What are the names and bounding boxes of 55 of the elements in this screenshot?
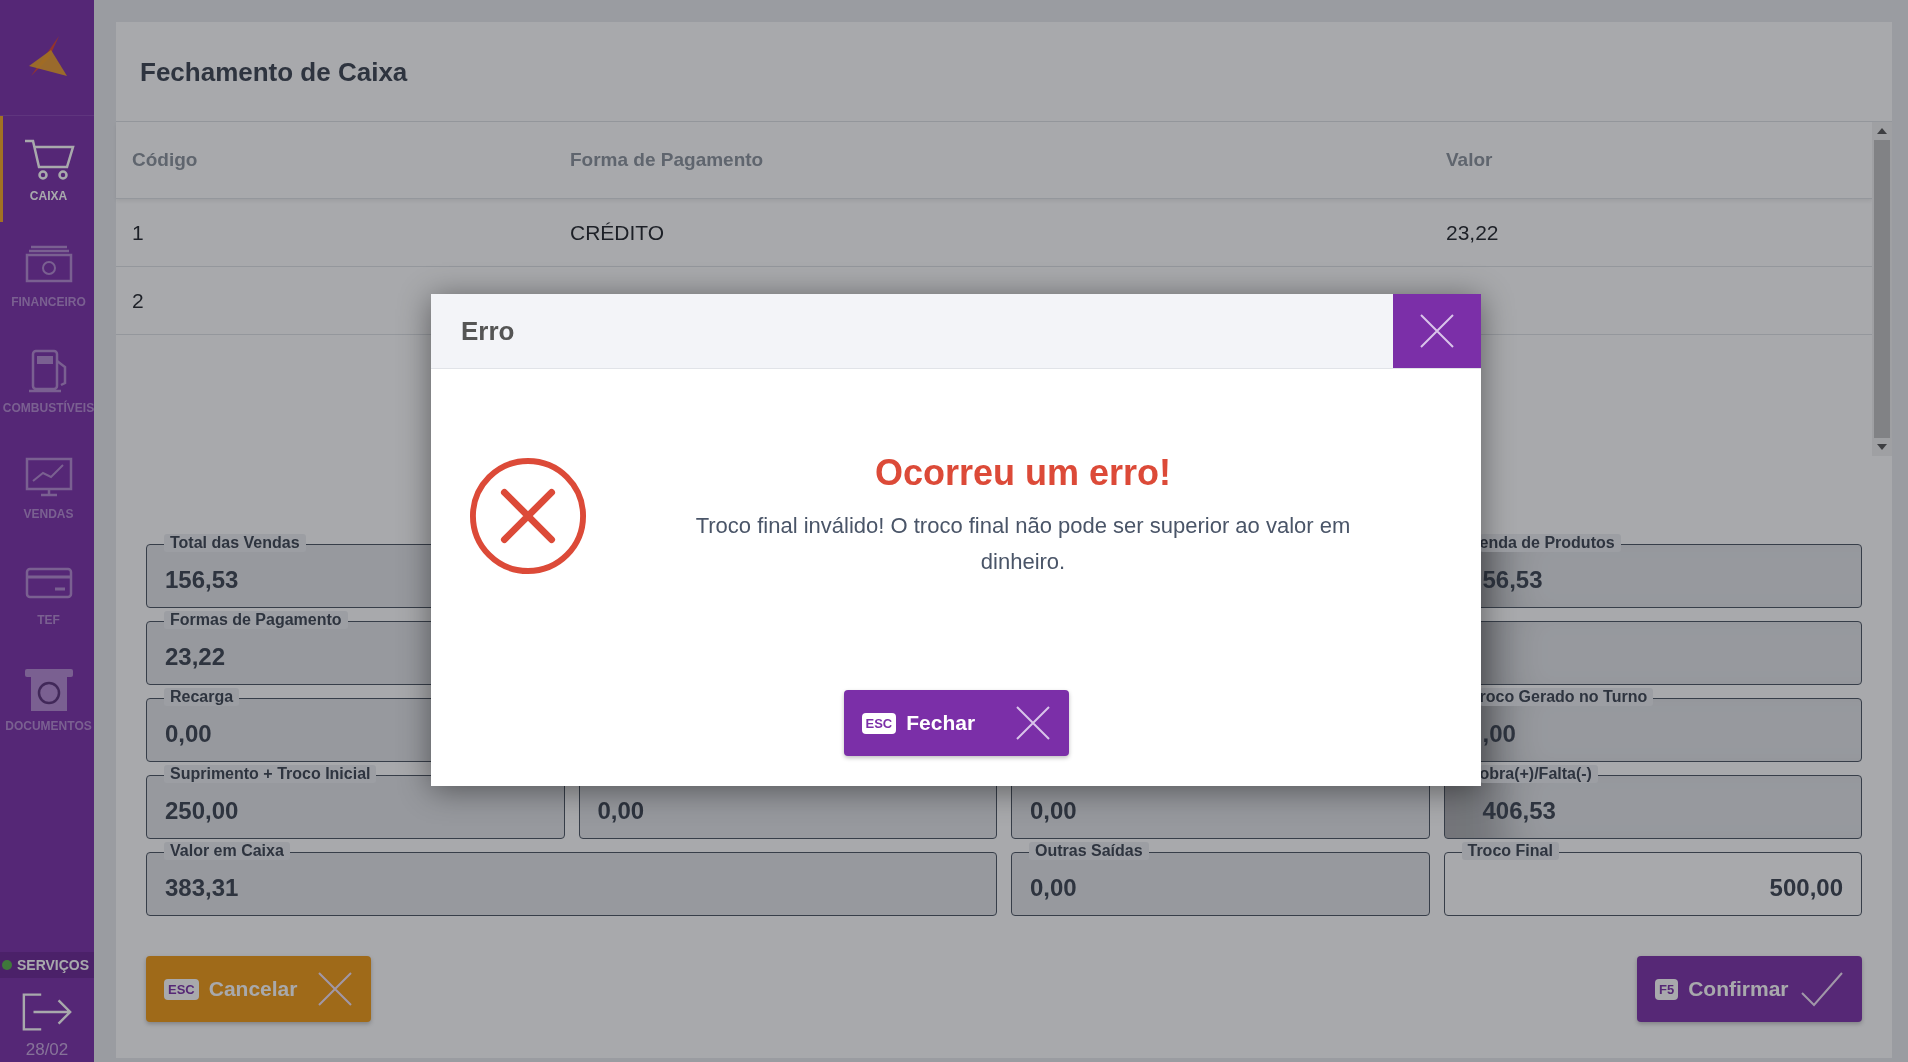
close-icon xyxy=(1419,313,1455,349)
field-value: 250,00 xyxy=(165,797,239,825)
scroll-down-icon[interactable] xyxy=(1877,443,1887,451)
button-label: Cancelar xyxy=(208,977,299,1001)
date-text: 28/02 xyxy=(24,1040,70,1061)
check-icon xyxy=(1800,971,1844,1007)
close-button[interactable] xyxy=(1393,294,1481,368)
key-badge: F5 xyxy=(1655,978,1679,1000)
error-icon xyxy=(469,457,587,575)
field-label: Outras Saídas xyxy=(1029,842,1149,860)
field-value: 56,53 xyxy=(1481,566,1543,594)
page-title: Fechamento de Caixa xyxy=(116,22,1892,122)
field-label: Troco Final xyxy=(1461,842,1559,860)
field-value: ,00 xyxy=(1481,720,1516,748)
field-label: Recarga xyxy=(164,688,240,706)
table-cell-text: CRÉDITO xyxy=(569,220,666,245)
table-cell-text: 2 xyxy=(131,288,145,313)
table-cell-text: 1 xyxy=(131,220,145,245)
scroll-up-icon[interactable] xyxy=(1877,127,1887,135)
field-label: Suprimento + Troco Inicial xyxy=(164,765,377,783)
button-label: Fechar xyxy=(906,711,977,735)
field-value: 383,31 xyxy=(165,874,239,902)
column-header: Forma de Pagamento xyxy=(569,149,765,171)
nav-item[interactable]: CAIXA xyxy=(0,116,94,222)
error-heading: Ocorreu um erro! xyxy=(874,452,1172,494)
column-header: Valor xyxy=(1445,149,1494,171)
field-label: Formas de Pagamento xyxy=(164,611,348,629)
close-icon xyxy=(317,971,353,1007)
field-value: 0,00 xyxy=(1030,874,1077,902)
field-label: Total das Vendas xyxy=(164,534,306,552)
dialog-title: Erro xyxy=(460,315,515,347)
close-icon xyxy=(1014,705,1051,741)
error-message: Troco final inválido! O troco final não pode ser superior ao valor em dinheiro. xyxy=(694,512,1352,576)
key-badge: ESC xyxy=(164,978,199,1000)
field-value: 23,22 xyxy=(165,643,226,671)
field-value: 406,53 xyxy=(1481,797,1556,825)
scrollbar[interactable] xyxy=(1872,122,1892,456)
field-label: roco Gerado no Turno xyxy=(1479,688,1654,706)
field-label: obra(+)/Falta(-) xyxy=(1479,765,1598,783)
column-header: Código xyxy=(131,149,199,171)
services-status[interactable]: SERVIÇOS xyxy=(0,952,94,978)
key-badge: ESC xyxy=(861,712,897,734)
field-value: 0,00 xyxy=(165,720,212,748)
confirm-button[interactable]: F5 Confirmar xyxy=(1637,956,1862,1022)
field-value: 156,53 xyxy=(165,566,239,594)
field-label: enda de Produtos xyxy=(1479,534,1621,552)
cancel-button[interactable]: ESC Cancelar xyxy=(146,956,371,1022)
button-label: Confirmar xyxy=(1688,977,1790,1001)
close-button[interactable]: ESC Fechar xyxy=(843,690,1069,756)
field-value: 0,00 xyxy=(1030,797,1077,825)
field-value: 500,00 xyxy=(1769,874,1843,902)
table-cell-text: 23,22 xyxy=(1445,220,1500,245)
field-value: 0,00 xyxy=(597,797,645,825)
field-label: Valor em Caixa xyxy=(164,842,290,860)
exit-icon[interactable] xyxy=(20,990,74,1034)
